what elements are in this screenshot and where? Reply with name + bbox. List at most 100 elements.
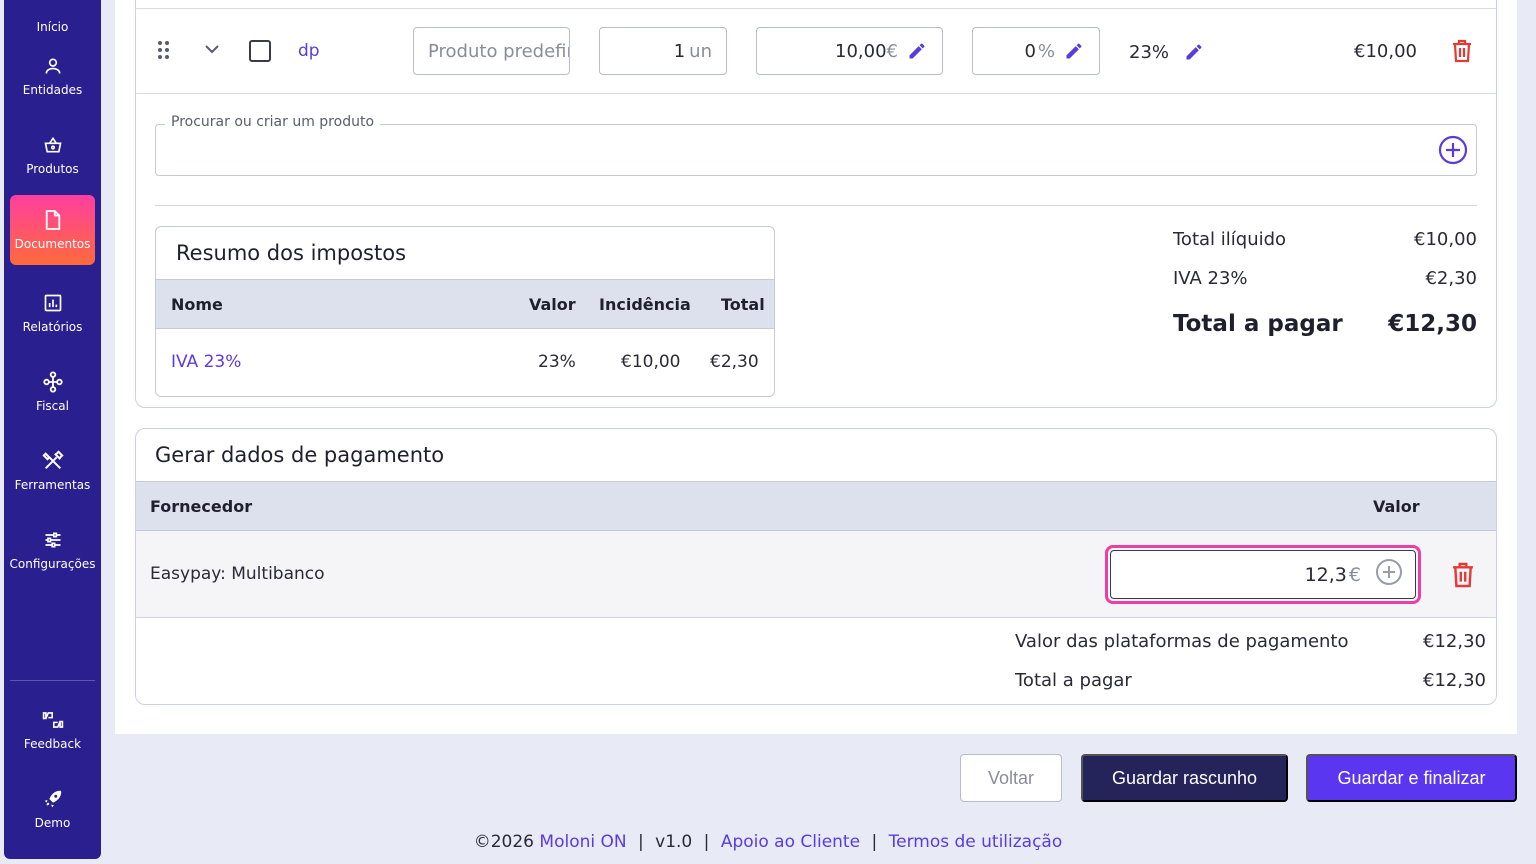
tax-summary-title: Resumo dos impostos [176,241,407,265]
tools-icon [41,450,64,472]
payment-title: Gerar dados de pagamento [155,443,445,467]
product-search-input[interactable] [155,124,1477,176]
payment-due-label: Total a pagar [1015,670,1132,691]
footer-separator: | [703,832,710,852]
sidebar-item-label: Ferramentas [14,478,91,492]
sidebar-item-label: Relatórios [22,320,83,334]
sidebar-divider [10,680,95,681]
sidebar-item-label: Feedback [23,737,82,751]
tax-row-total: €2,30 [710,352,759,372]
net-total-label: Total ilíquido [1173,229,1287,250]
tax-rate: 23% [1129,41,1205,63]
basket-icon [42,134,64,156]
footer-brand-link[interactable]: Moloni ON [539,832,626,852]
pencil-icon[interactable] [1063,40,1085,62]
platforms-value: €12,30 [1423,631,1486,652]
add-product-icon[interactable] [1438,135,1468,165]
sidebar-item-relatorios[interactable]: Relatórios [10,278,95,348]
total-due-label: Total a pagar [1173,311,1343,337]
save-draft-button[interactable]: Guardar rascunho [1081,754,1288,802]
tax-summary-header: Nome Valor Incidência Total [156,279,774,329]
sidebar-item-label: Produtos [26,162,79,176]
tax-rate-value: 23% [1129,41,1170,63]
sidebar-item-label: Fiscal [36,399,69,413]
price-unit: € [886,40,898,62]
quantity-value: 1 [673,40,686,62]
footer-version: v1.0 [655,832,693,852]
sidebar-item-entidades[interactable]: Entidades [10,41,95,111]
product-code[interactable]: dp [298,41,320,61]
network-icon [42,371,64,393]
payment-header-value: Valor [1373,497,1420,516]
sidebar-item-label: Configurações [9,557,96,571]
line-checkbox[interactable] [249,40,271,62]
sidebar-item-label: Entidades [22,83,83,97]
payment-amount-value: 12,3 [1304,563,1347,586]
tax-header-total: Total [721,295,765,314]
trash-icon[interactable] [1452,39,1474,63]
tax-header-value: Valor [529,295,576,314]
sidebar-item-fiscal[interactable]: Fiscal [10,357,95,427]
quantity-unit: un [689,40,712,62]
discount-value: 0 [1024,40,1036,62]
sidebar-item-ferramentas[interactable]: Ferramentas [10,436,95,506]
chart-icon [42,292,64,314]
sidebar-item-produtos[interactable]: Produtos [10,120,95,190]
home-icon [42,0,64,14]
document-icon [42,209,64,231]
chevron-down-icon[interactable] [204,41,220,57]
vat-total-value: €2,30 [1425,268,1477,289]
sidebar-item-label: Início [36,20,69,34]
sidebar-item-feedback[interactable]: Feedback [10,695,95,765]
sidebar-item-label: Documentos [14,237,91,251]
thumbs-icon [42,709,64,731]
pencil-icon[interactable] [1183,41,1205,63]
payment-amount-focus-ring: 12,3 € [1105,545,1421,604]
price-input[interactable]: 10,00 € [756,27,943,75]
discount-unit: % [1037,40,1055,62]
footer-support-link[interactable]: Apoio ao Cliente [721,832,860,852]
sidebar-item-documentos[interactable]: Documentos [10,195,95,265]
product-name-input[interactable]: Produto predefinido [413,27,570,75]
tax-summary-card: Resumo dos impostos Nome Valor Incidênci… [155,226,775,397]
sidebar-item-label: Demo [34,816,71,830]
sidebar-item-configuracoes[interactable]: Configurações [10,515,95,585]
save-finalize-button[interactable]: Guardar e finalizar [1306,754,1517,802]
sidebar: Início Entidades Produtos Documentos Rel… [4,0,101,859]
product-line-row: dp Produto predefinido 1 un 10,00 € 0 % … [136,8,1496,94]
footer: ©2026 Moloni ON | v1.0 | Apoio ao Client… [0,832,1536,852]
total-due-value: €12,30 [1388,311,1477,337]
tax-header-incidence: Incidência [599,295,691,314]
vat-total-label: IVA 23% [1173,268,1248,289]
pencil-icon[interactable] [906,40,928,62]
product-search-label: Procurar ou criar um produto [165,114,381,130]
add-circle-icon[interactable] [1375,558,1403,591]
tax-row-incidence: €10,00 [621,352,681,372]
rocket-icon [42,788,64,810]
net-total-value: €10,00 [1414,229,1477,250]
footer-separator: | [871,832,878,852]
payment-amount-unit: € [1348,563,1361,586]
price-value: 10,00 [835,40,887,62]
sliders-icon [42,529,64,551]
payment-data-card: Gerar dados de pagamento Fornecedor Valo… [135,428,1497,705]
footer-terms-link[interactable]: Termos de utilização [889,832,1063,852]
footer-copyright: ©2026 [473,832,534,852]
discount-input[interactable]: 0 % [972,27,1100,75]
payment-provider: Easypay: Multibanco [150,564,325,584]
section-divider [155,205,1477,206]
footer-separator: | [638,832,644,852]
quantity-input[interactable]: 1 un [599,27,727,75]
payment-header-provider: Fornecedor [150,497,253,516]
trash-icon[interactable] [1452,561,1474,588]
platforms-value-label: Valor das plataformas de pagamento [1015,631,1349,652]
payment-due-value: €12,30 [1423,670,1486,691]
drag-handle-icon[interactable] [158,41,172,61]
payment-amount-input[interactable]: 12,3 € [1110,550,1416,599]
back-button[interactable]: Voltar [960,754,1062,802]
tax-header-name: Nome [171,295,223,314]
tax-row-value: 23% [538,352,576,372]
person-icon [42,55,64,77]
tax-row-name[interactable]: IVA 23% [171,352,241,372]
payment-row: Easypay: Multibanco 12,3 € [136,531,1496,618]
